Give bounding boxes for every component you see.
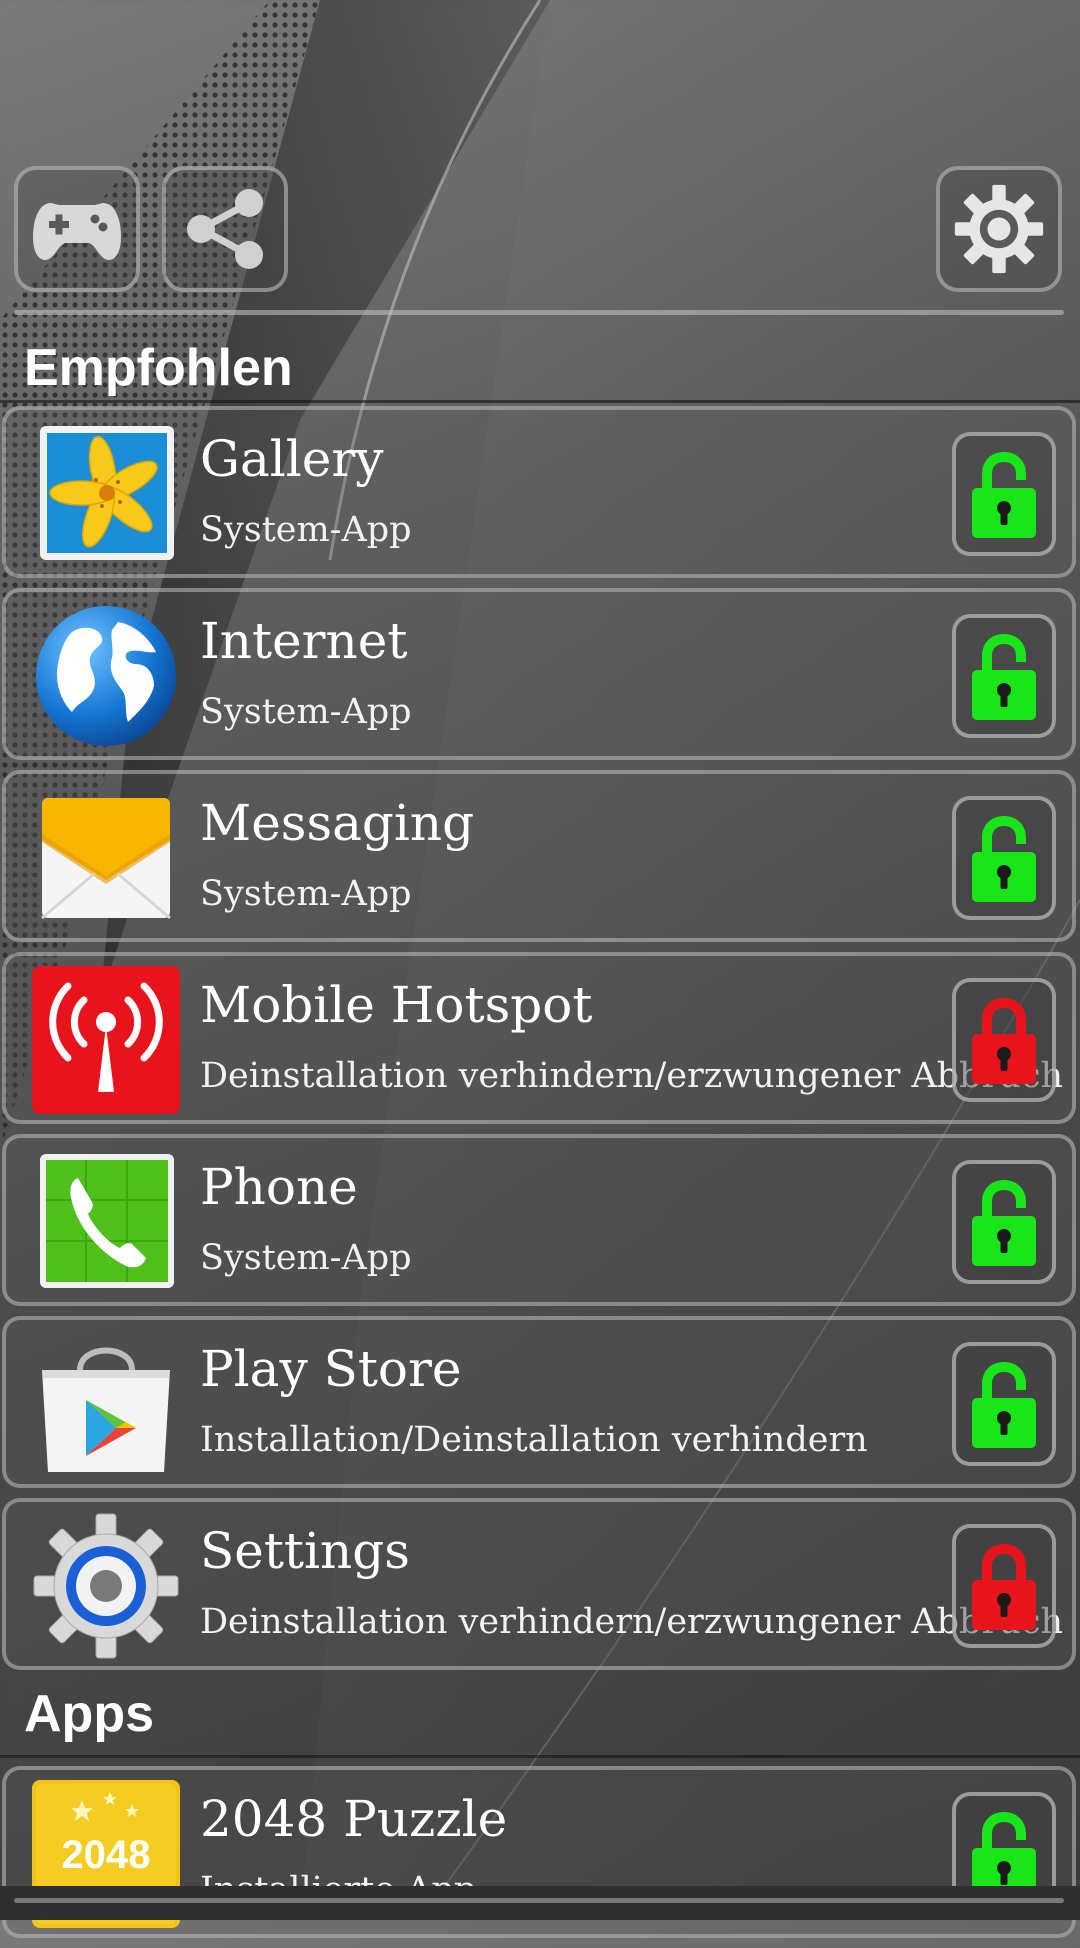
puzzle-2048-icon-text: 2048	[62, 1833, 151, 1877]
app-name: Settings	[200, 1522, 410, 1580]
app-subtitle: Deinstallation verhindern/erzwungener Ab…	[200, 1056, 1063, 1096]
app-row-messaging[interactable]: Messaging System-App	[2, 770, 1076, 942]
toolbar-divider	[14, 310, 1064, 315]
lock-toggle-phone[interactable]	[952, 1160, 1056, 1284]
section-divider	[0, 400, 1080, 403]
app-row-play-store[interactable]: Play Store Installation/Deinstallation v…	[2, 1316, 1076, 1488]
app-subtitle: System-App	[200, 692, 412, 732]
app-list: Gallery System-App Internet System-App M…	[0, 406, 1080, 1948]
app-name: 2048 Puzzle	[200, 1790, 508, 1848]
settings-app-icon	[33, 1513, 179, 1659]
lock-toggle-mobile-hotspot[interactable]	[952, 978, 1056, 1102]
locked-lock-icon	[972, 998, 1036, 1084]
app-row-phone[interactable]: Phone System-App	[2, 1134, 1076, 1306]
play-store-icon	[42, 1347, 170, 1472]
unlocked-lock-icon	[972, 1180, 1036, 1266]
app-subtitle: Deinstallation verhindern/erzwungener Ab…	[200, 1602, 1063, 1642]
lock-toggle-messaging[interactable]	[952, 796, 1056, 920]
app-subtitle: System-App	[200, 510, 412, 550]
hotspot-icon	[32, 966, 180, 1114]
app-row-mobile-hotspot[interactable]: Mobile Hotspot Deinstallation verhindern…	[2, 952, 1076, 1124]
app-name: Gallery	[200, 430, 384, 488]
share-icon	[187, 189, 263, 269]
app-row-gallery[interactable]: Gallery System-App	[2, 406, 1076, 578]
unlocked-lock-icon	[972, 816, 1036, 902]
gallery-icon	[40, 426, 174, 560]
app-name: Internet	[200, 612, 408, 670]
envelope-icon	[41, 798, 171, 920]
section-divider	[0, 1755, 1080, 1758]
section-title-apps: Apps	[24, 1685, 154, 1743]
locked-lock-icon	[972, 1544, 1036, 1630]
app-row-internet[interactable]: Internet System-App	[2, 588, 1076, 760]
app-name: Phone	[200, 1158, 358, 1216]
settings-button[interactable]	[936, 166, 1062, 292]
lock-toggle-play-store[interactable]	[952, 1342, 1056, 1466]
app-name: Play Store	[200, 1340, 462, 1398]
lock-toggle-settings[interactable]	[952, 1524, 1056, 1648]
app-name: Messaging	[200, 794, 475, 852]
lock-toggle-gallery[interactable]	[952, 432, 1056, 556]
app-subtitle: Installation/Deinstallation verhindern	[200, 1420, 868, 1460]
unlocked-lock-icon	[972, 1362, 1036, 1448]
app-name: Mobile Hotspot	[200, 976, 593, 1034]
gamepad-icon	[33, 203, 121, 261]
app-row-settings[interactable]: Settings Deinstallation verhindern/erzwu…	[2, 1498, 1076, 1670]
lock-toggle-internet[interactable]	[952, 614, 1056, 738]
bottom-bar	[0, 1886, 1080, 1920]
games-button[interactable]	[14, 166, 140, 292]
section-title-recommended: Empfohlen	[24, 339, 293, 397]
globe-icon	[36, 606, 176, 746]
unlocked-lock-icon	[972, 634, 1036, 720]
app-subtitle: System-App	[200, 1238, 412, 1278]
share-button[interactable]	[162, 166, 288, 292]
phone-icon	[40, 1154, 174, 1288]
app-subtitle: System-App	[200, 874, 412, 914]
gear-icon	[954, 184, 1044, 274]
section-header-apps: Apps	[0, 1680, 1080, 1758]
unlocked-lock-icon	[972, 452, 1036, 538]
